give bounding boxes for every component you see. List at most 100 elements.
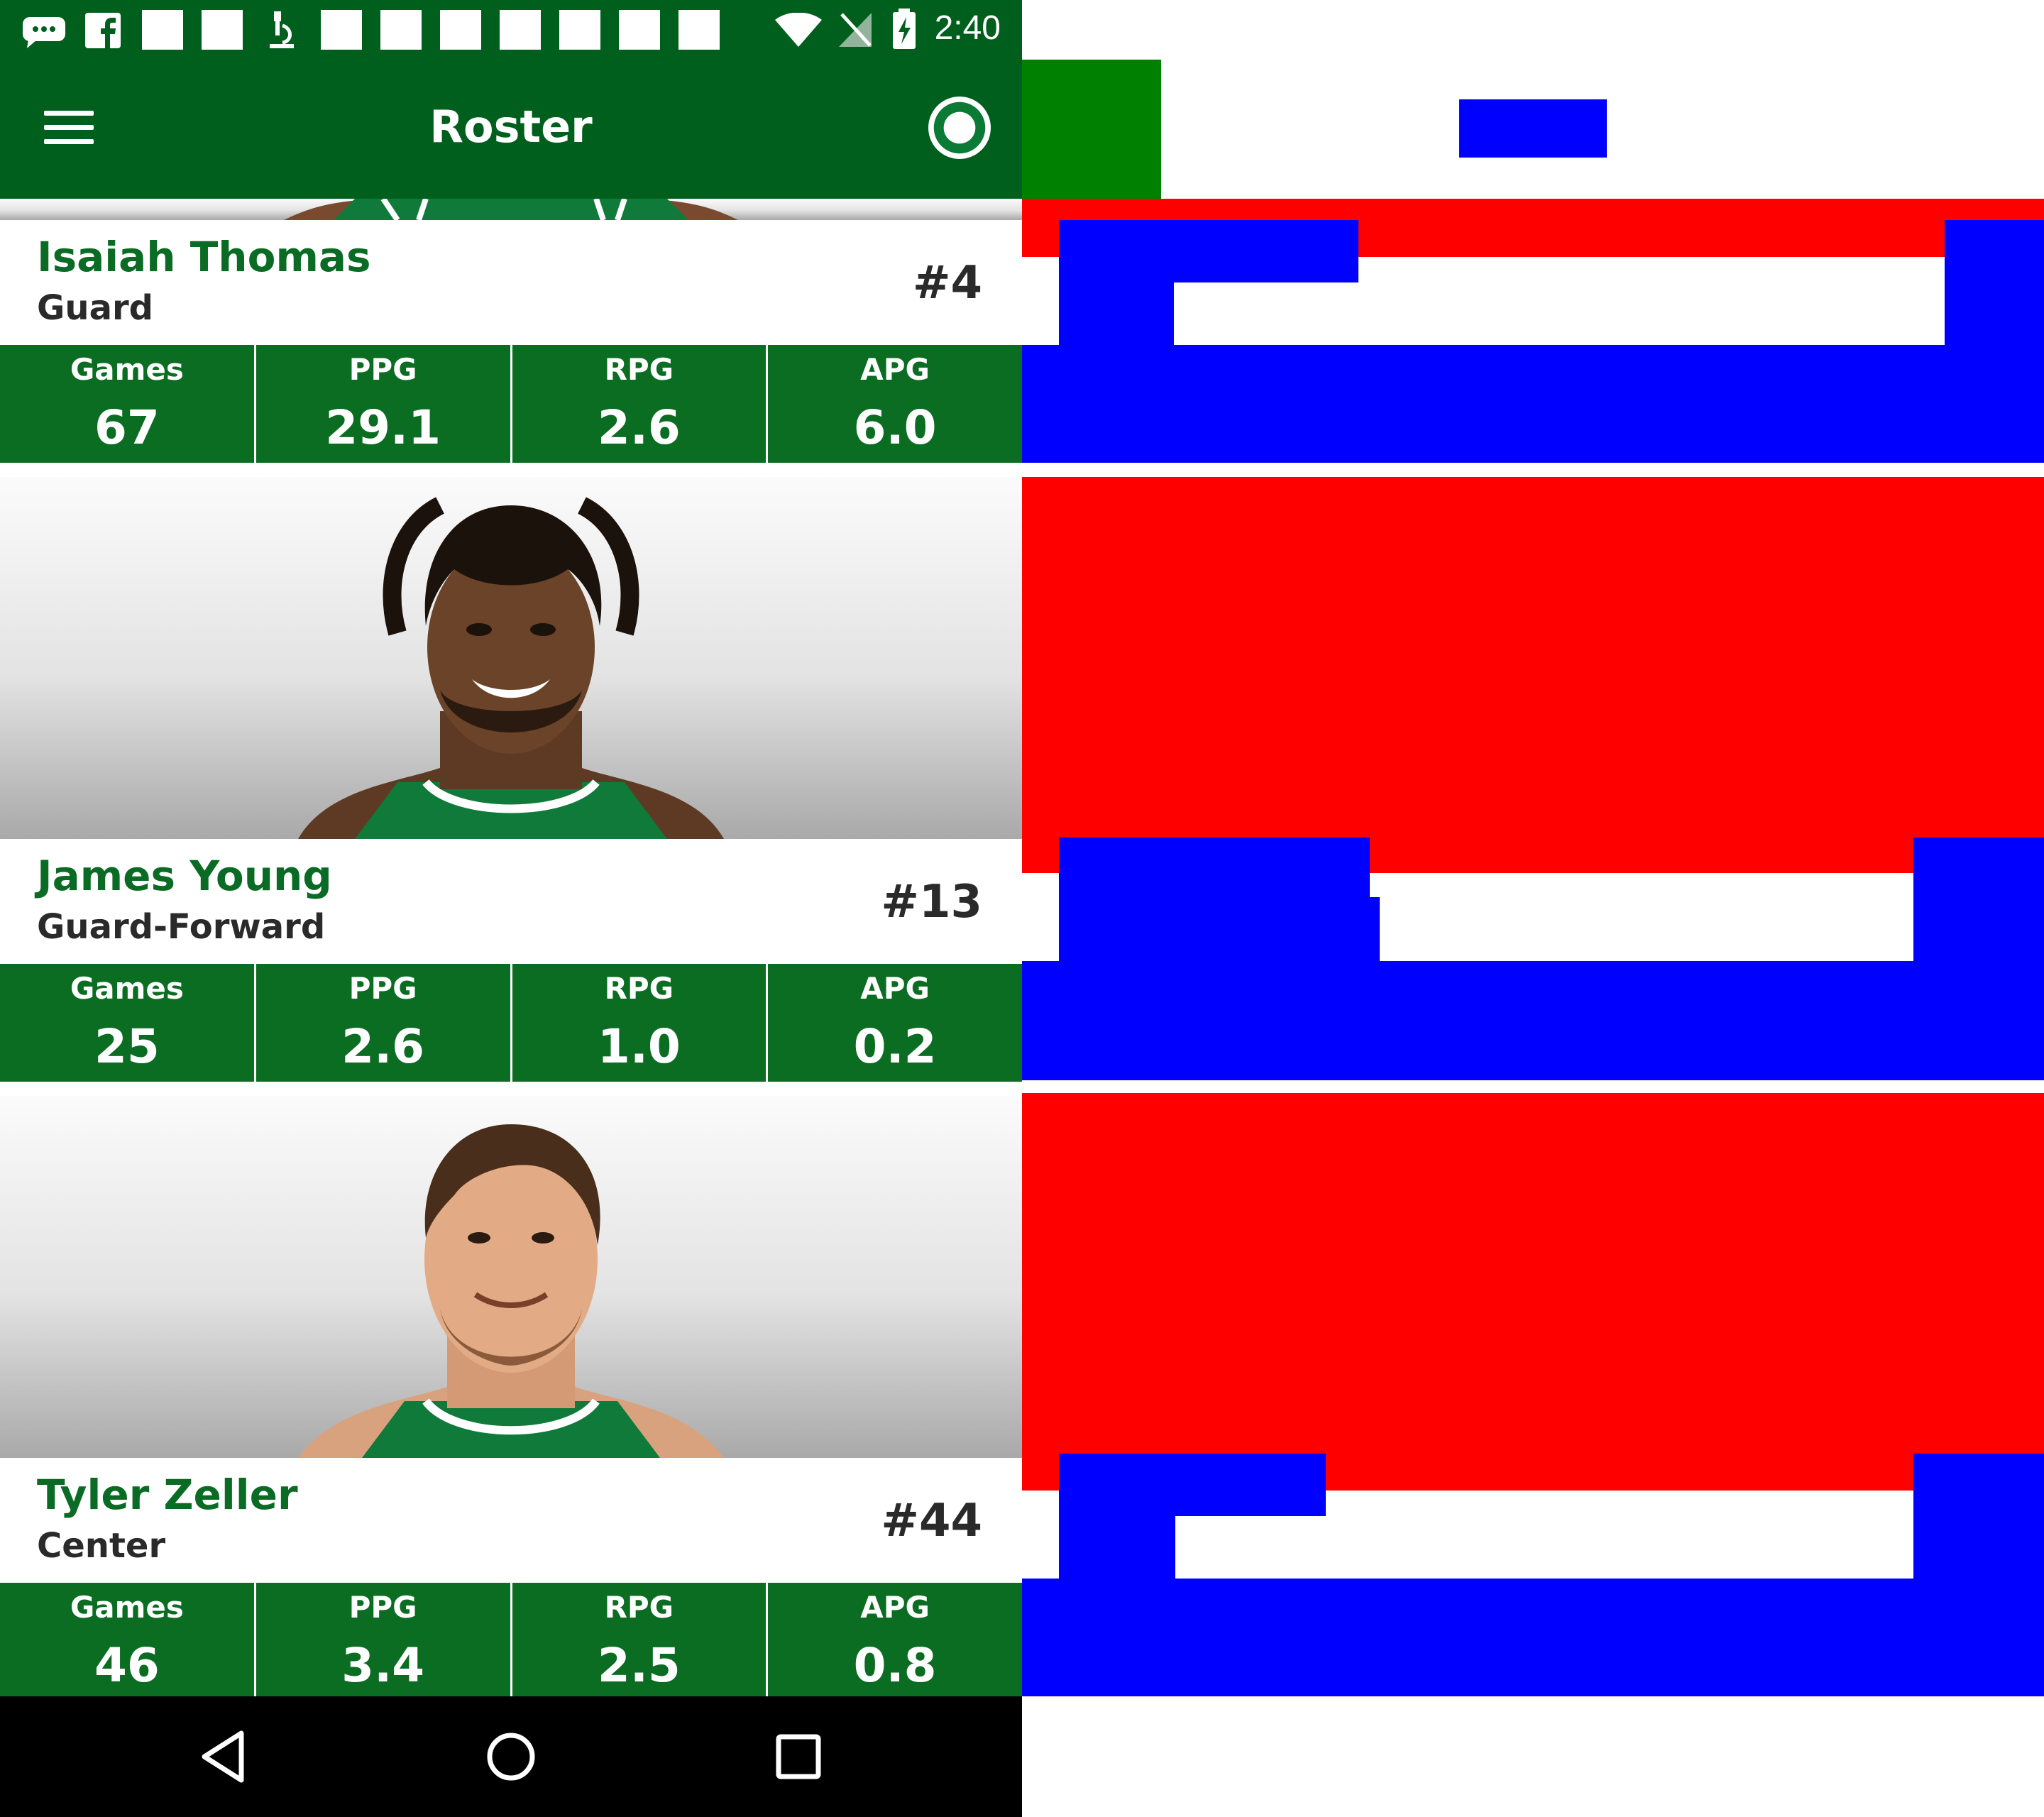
stat-apg: APG 0.8 <box>768 1583 1022 1696</box>
phone-screen: 2:40 Roster Isaiah Thomas Guard #4 Games… <box>0 0 1022 1817</box>
annotation-block <box>1945 220 2044 345</box>
player-name: Tyler Zeller <box>37 1471 298 1519</box>
stat-value: 46 <box>94 1638 160 1693</box>
roster-list[interactable]: Isaiah Thomas Guard #4 Games 67 PPG 29.1… <box>0 199 1022 1696</box>
player-headshot-image <box>298 497 724 839</box>
notification-placeholder-icon <box>440 10 481 50</box>
clock: 2:40 <box>934 9 1001 47</box>
annotation-block <box>1059 1454 1326 1516</box>
annotation-block <box>1022 345 2044 463</box>
jersey-shoulders-image <box>284 199 738 220</box>
stat-label: Games <box>70 1590 184 1625</box>
notification-placeholder-icon <box>321 10 362 50</box>
stat-ppg: PPG 29.1 <box>256 345 512 463</box>
stat-ppg: PPG 2.6 <box>256 964 512 1082</box>
stat-label: RPG <box>604 352 674 387</box>
notification-placeholder-icon <box>500 10 541 50</box>
player-position: Center <box>37 1526 166 1566</box>
stat-label: PPG <box>348 352 417 387</box>
player-stats: Games 67 PPG 29.1 RPG 2.6 APG 6.0 <box>0 345 1022 463</box>
stat-value: 2.6 <box>597 400 681 455</box>
stat-value: 1.0 <box>597 1019 681 1074</box>
back-icon[interactable] <box>192 1725 256 1789</box>
stat-label: Games <box>70 971 184 1006</box>
stat-rpg: RPG 2.6 <box>512 345 769 463</box>
notification-placeholder-icon <box>380 10 422 50</box>
annotation-block <box>1059 282 1174 345</box>
stat-label: APG <box>860 352 930 387</box>
annotation-block <box>1913 838 2044 961</box>
microscope-icon <box>270 11 294 48</box>
navigation-bar <box>0 1696 1022 1817</box>
stat-ppg: PPG 3.4 <box>256 1583 512 1696</box>
player-headshot-image <box>298 1124 724 1458</box>
stat-games: Games 25 <box>0 964 256 1082</box>
player-position: Guard <box>37 288 153 328</box>
stat-rpg: RPG 2.5 <box>512 1583 769 1696</box>
stat-apg: APG 6.0 <box>768 345 1022 463</box>
wifi-icon <box>775 13 822 47</box>
player-number: #44 <box>881 1495 982 1547</box>
stat-value: 25 <box>94 1019 160 1074</box>
player-position: Guard-Forward <box>37 907 326 947</box>
stat-value: 3.4 <box>341 1638 425 1693</box>
stat-value: 6.0 <box>853 400 937 455</box>
annotation-block <box>1059 1516 1175 1579</box>
player-stats: Games 25 PPG 2.6 RPG 1.0 APG 0.2 <box>0 964 1022 1082</box>
player-info[interactable]: James Young Guard-Forward #13 <box>0 839 1022 964</box>
stat-rpg: RPG 1.0 <box>512 964 769 1082</box>
player-photo[interactable] <box>0 1096 1022 1458</box>
annotation-panel <box>1022 0 2044 1817</box>
message-icon <box>23 17 65 48</box>
facebook-icon <box>85 13 121 48</box>
player-photo[interactable] <box>0 477 1022 839</box>
notification-placeholder-icon <box>202 10 243 50</box>
notification-placeholder-icon <box>619 10 660 50</box>
app-bar: Roster <box>0 60 1022 199</box>
stat-value: 0.2 <box>853 1019 937 1074</box>
stat-label: PPG <box>348 971 417 1006</box>
annotation-block <box>1459 99 1607 158</box>
stat-label: PPG <box>348 1590 417 1625</box>
player-info[interactable]: Isaiah Thomas Guard #4 <box>0 220 1022 345</box>
celtics-logo-icon[interactable] <box>928 97 991 159</box>
player-info[interactable]: Tyler Zeller Center #44 <box>0 1458 1022 1583</box>
stat-games: Games 46 <box>0 1583 256 1696</box>
annotation-block <box>1022 477 2044 873</box>
stat-value: 2.5 <box>597 1638 681 1693</box>
battery-charging-icon <box>893 9 916 49</box>
stat-games: Games 67 <box>0 345 256 463</box>
annotation-gap <box>1022 1491 1059 1579</box>
status-bar: 2:40 <box>0 0 1022 60</box>
stat-value: 67 <box>94 400 160 455</box>
player-stats: Games 46 PPG 3.4 RPG 2.5 APG 0.8 <box>0 1583 1022 1696</box>
annotation-block <box>1022 961 2044 1080</box>
annotation-block <box>1913 1454 2044 1579</box>
annotation-block <box>1059 897 1380 961</box>
stat-label: APG <box>860 1590 930 1625</box>
stat-value: 0.8 <box>853 1638 937 1693</box>
annotation-block <box>1022 1093 2044 1491</box>
screenshot: 2:40 Roster Isaiah Thomas Guard #4 Games… <box>0 0 2044 1817</box>
annotation-block <box>1022 1579 2044 1696</box>
stat-apg: APG 0.2 <box>768 964 1022 1082</box>
stat-value: 2.6 <box>341 1019 425 1074</box>
annotation-gap <box>1022 873 1059 961</box>
stat-label: RPG <box>604 971 674 1006</box>
notification-placeholder-icon <box>142 10 183 50</box>
annotation-block <box>1059 220 1358 282</box>
player-number: #13 <box>881 876 982 928</box>
card-divider <box>0 463 1022 477</box>
stat-label: Games <box>70 352 184 387</box>
stat-label: APG <box>860 971 930 1006</box>
player-photo[interactable] <box>0 199 1022 220</box>
notification-placeholder-icon <box>559 10 600 50</box>
page-title: Roster <box>429 101 593 153</box>
recents-icon[interactable] <box>766 1725 830 1789</box>
card-divider <box>0 1082 1022 1096</box>
player-name: Isaiah Thomas <box>37 233 371 281</box>
notification-placeholder-icon <box>678 10 720 50</box>
home-icon[interactable] <box>479 1725 543 1789</box>
annotation-block <box>1022 60 1161 199</box>
stat-label: RPG <box>604 1590 674 1625</box>
